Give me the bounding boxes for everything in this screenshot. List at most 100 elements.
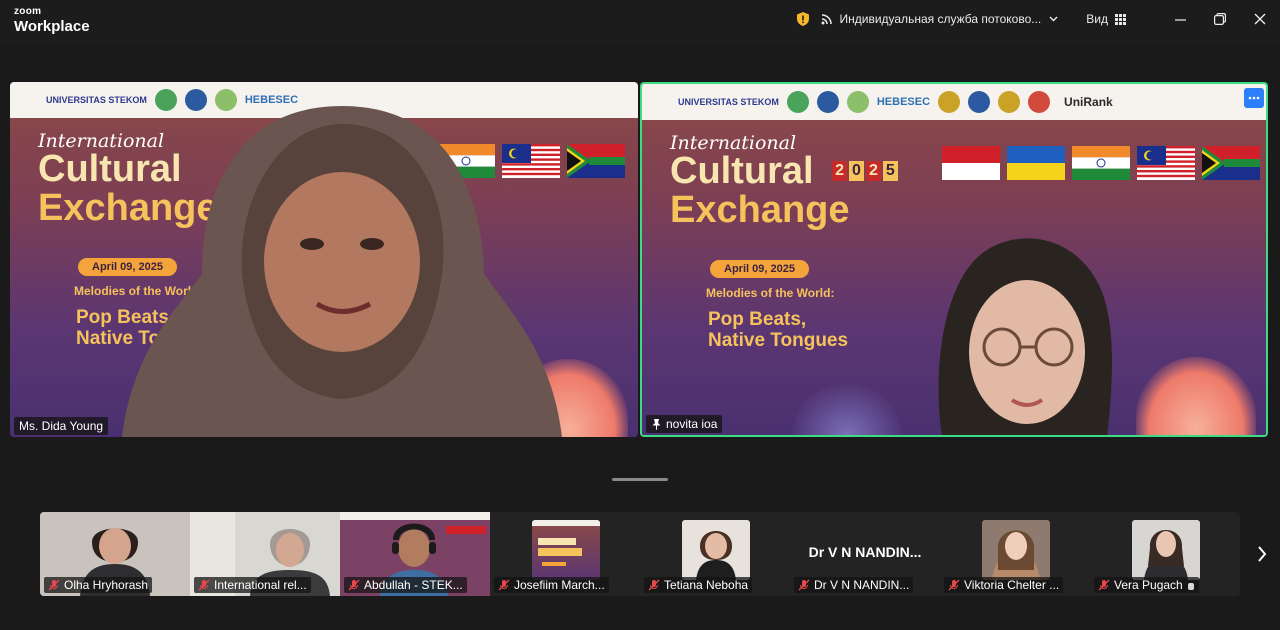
close-icon [1254, 13, 1266, 25]
view-button[interactable]: Вид [1086, 12, 1126, 26]
participant-name: novita ioa [666, 417, 718, 431]
partner-logo [846, 91, 869, 113]
participant-name-label: International rel... [194, 577, 311, 593]
participant-name-label: Olha Hryhorash [44, 577, 153, 593]
participant-thumbnail[interactable]: International rel... [190, 512, 340, 596]
mic-muted-icon [348, 579, 360, 591]
unirank-logo-text: UniRank [1064, 95, 1113, 109]
partner-logo-strip: UNIVERSITAS STEKOM HEBESEC UniRank [642, 84, 1266, 120]
poster-year-digit: 0 [849, 161, 864, 181]
participant-name: Olha Hryhorash [64, 578, 149, 592]
mic-muted-icon [948, 579, 960, 591]
participant-name: Vera Pugach [1114, 578, 1183, 592]
participant-name-label: Abdullah - STEK... [344, 577, 467, 593]
flag-south-africa-icon [567, 144, 625, 178]
participant-thumbnail[interactable]: Dr V N NANDIN... Dr V N NANDIN... [790, 512, 940, 596]
poster-date: April 09, 2025 [710, 259, 809, 278]
participant-thumbnail[interactable]: Josefiim March... [490, 512, 640, 596]
poster-year: 2 0 2 5 [832, 161, 898, 181]
participant-thumbnail[interactable]: Viktoria Chelter ... [940, 512, 1090, 596]
zoom-workplace-logo: zoom Workplace [14, 6, 90, 35]
mic-muted-icon [498, 579, 510, 591]
participant-display-name: Dr V N NANDIN... [808, 544, 922, 560]
pin-icon [652, 419, 661, 430]
flag-india-icon [1072, 146, 1130, 180]
participant-name-label: Ms. Dida Young [14, 417, 109, 435]
participant-video-hijab [122, 106, 562, 437]
flag-ukraine-icon [1007, 146, 1065, 180]
partner-logo [786, 91, 809, 113]
participant-thumbnail[interactable]: Olha Hryhorash [40, 512, 190, 596]
partner-logo [998, 91, 1021, 113]
participant-avatar-image [1132, 520, 1200, 580]
participant-thumbnail[interactable]: Tetiana Neboha [640, 512, 790, 596]
chevron-down-icon [1049, 16, 1058, 22]
poster-cultural: Cultural 2 0 2 5 [670, 152, 898, 190]
brand-line-1: zoom [14, 6, 42, 17]
mic-muted-icon [798, 579, 810, 591]
poster-cultural-text: Cultural [670, 150, 814, 192]
video-tile-main-left[interactable]: UNIVERSITAS STEKOM HEBESEC International… [10, 82, 638, 437]
streaming-service-label: Индивидуальная служба потоково... [839, 12, 1042, 26]
minimize-icon [1174, 18, 1186, 21]
flag-malaysia-icon [1137, 146, 1195, 180]
partner-logo [1028, 91, 1051, 113]
minimize-button[interactable] [1160, 0, 1200, 38]
poster-melodies: Melodies of the World: [706, 285, 835, 300]
mic-muted-icon [1098, 579, 1110, 591]
view-label: Вид [1086, 12, 1108, 26]
chevron-right-icon [1258, 546, 1267, 562]
participant-name: Dr V N NANDIN... [814, 578, 910, 592]
poster-year-digit: 2 [865, 161, 881, 181]
participant-name-label: Tetiana Neboha [644, 577, 753, 593]
participant-name: International rel... [214, 578, 307, 592]
restore-button[interactable] [1200, 0, 1240, 38]
participant-name: Josefiim March... [514, 578, 605, 592]
participant-gallery-strip: Olha Hryhorash International rel... Abdu… [40, 512, 1240, 596]
participant-avatar-image [532, 520, 600, 580]
avatar-photo [696, 531, 736, 580]
grid-view-icon [1115, 13, 1126, 25]
close-button[interactable] [1240, 0, 1280, 38]
partner-logo [968, 91, 991, 113]
more-dots-icon [1248, 96, 1260, 100]
restore-icon [1214, 13, 1226, 25]
participant-name-label: Dr V N NANDIN... [794, 577, 914, 593]
poster-year-digit: 2 [832, 161, 848, 181]
participant-name: Tetiana Neboha [664, 578, 749, 592]
video-tile-main-right[interactable]: UNIVERSITAS STEKOM HEBESEC UniRank Inter… [640, 82, 1268, 437]
poster-year-digit: 5 [882, 161, 898, 181]
participant-name-label: Vera Pugach [1094, 577, 1199, 593]
resize-handle[interactable] [612, 478, 668, 481]
poster-exchange: Exchange [670, 189, 850, 231]
stekom-logo-text: UNIVERSITAS STEKOM [678, 96, 779, 107]
poster-pop-line-2: Native Tongues [708, 329, 849, 351]
hand-icon [1187, 582, 1194, 590]
participant-thumbnail[interactable]: Abdullah - STEK... [340, 512, 490, 596]
participant-avatar-image [982, 520, 1050, 580]
brand-line-2: Workplace [14, 18, 90, 35]
participant-name: Abdullah - STEK... [364, 578, 463, 592]
flag-south-africa-icon [1202, 146, 1260, 180]
partner-logo [816, 91, 839, 113]
participant-avatar-image [682, 520, 750, 580]
shield-icon[interactable] [797, 12, 810, 26]
avatar-photo [1144, 530, 1188, 580]
avatar-photo [992, 530, 1040, 580]
participant-thumbnail[interactable]: Vera Pugach [1090, 512, 1240, 596]
poster-pop-line-1: Pop Beats, [708, 308, 807, 330]
participant-name-label: Josefiim March... [494, 577, 609, 593]
mic-muted-icon [198, 579, 210, 591]
flags-row [942, 146, 1260, 180]
mic-muted-icon [648, 579, 660, 591]
participant-name: Ms. Dida Young [19, 419, 104, 433]
participant-name-label: Viktoria Chelter ... [944, 577, 1064, 593]
poster-thumbnail [532, 520, 600, 566]
more-options-button[interactable] [1244, 88, 1264, 108]
next-page-button[interactable] [1252, 542, 1272, 566]
streaming-service-dropdown[interactable]: Индивидуальная служба потоково... [821, 12, 1064, 26]
event-poster: International Cultural 2 0 2 5 Exchange … [670, 132, 898, 352]
participant-video-girl [938, 238, 1112, 435]
title-bar: zoom Workplace Индивидуальная служба пот… [0, 0, 1280, 42]
flag-indonesia-icon [942, 146, 1000, 180]
